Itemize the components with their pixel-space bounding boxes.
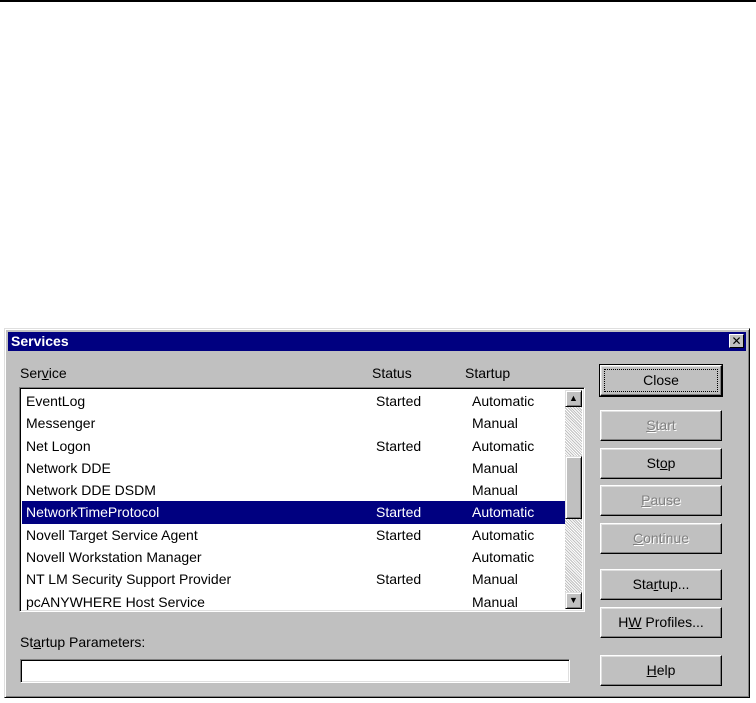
services-rows: EventLog Started Automatic Messenger Manual N… [22, 390, 568, 611]
start-button[interactable]: Start [600, 410, 722, 441]
services-list[interactable]: EventLog Started Automatic Messenger Manual N… [19, 387, 585, 612]
service-startup: Manual [472, 571, 518, 588]
service-name: NT LM Security Support Provider [26, 571, 232, 588]
column-header-status[interactable]: Status [372, 365, 412, 381]
startup-button[interactable]: Startup... [600, 569, 722, 600]
service-name: Network DDE DSDM [26, 482, 156, 499]
arrow-up-icon[interactable]: ▲ [565, 390, 582, 407]
close-icon[interactable]: ✕ [729, 334, 744, 348]
stop-button[interactable]: Stop [600, 448, 722, 479]
service-row[interactable]: EventLog Started Automatic [22, 390, 568, 412]
scrollbar-thumb[interactable] [565, 456, 582, 519]
service-startup: Automatic [472, 504, 535, 521]
pause-button[interactable]: Pause [600, 485, 722, 516]
dialog-title: Services [11, 333, 69, 349]
service-name: NetworkTimeProtocol [26, 504, 160, 521]
service-status: Started [376, 437, 422, 454]
title-bar: Services ✕ [8, 332, 746, 351]
service-row[interactable]: Novell Target Service Agent Started Automa… [22, 524, 568, 546]
service-name: EventLog [26, 393, 86, 409]
close-button[interactable]: Close [599, 364, 723, 397]
service-name: Network DDE [26, 459, 111, 476]
service-row[interactable]: Net Logon Started Automatic [22, 435, 568, 457]
service-row[interactable]: NT LM Security Support Provider Started Ma… [22, 568, 568, 590]
service-startup: Manual [472, 482, 518, 499]
service-row[interactable]: NetworkTimeProtocol Started Automatic [22, 501, 568, 524]
service-startup: Automatic [472, 549, 535, 566]
service-status: Started [376, 571, 422, 588]
service-row[interactable]: pcANYWHERE Host Service Manual [22, 591, 568, 611]
service-startup: Automatic [472, 393, 535, 409]
service-row[interactable]: Network DDE DSDM Manual [22, 479, 568, 501]
service-row[interactable]: Network DDE Manual [22, 457, 568, 479]
arrow-down-icon[interactable]: ▼ [565, 592, 582, 609]
service-name: Novell Workstation Manager [26, 549, 202, 566]
service-startup: Manual [472, 593, 518, 610]
service-startup: Manual [472, 415, 518, 432]
service-startup: Automatic [472, 437, 535, 454]
hw-profiles-button[interactable]: HW Profiles... [600, 607, 722, 638]
list-scrollbar[interactable]: ▲ ▼ [565, 390, 582, 609]
services-dialog: Services ✕ Service Status Startup EventL… [4, 328, 750, 698]
service-row[interactable]: Novell Workstation Manager Automatic [22, 546, 568, 568]
service-startup: Automatic [472, 526, 535, 543]
column-header-startup[interactable]: Startup [465, 365, 510, 381]
service-name: Net Logon [26, 437, 91, 454]
service-startup: Manual [472, 459, 518, 476]
startup-parameters-input[interactable] [20, 659, 570, 683]
service-row[interactable]: Messenger Manual [22, 412, 568, 434]
service-status: Started [376, 393, 422, 409]
continue-button[interactable]: Continue [600, 523, 722, 554]
service-name: Messenger [26, 415, 96, 432]
top-border-line [0, 0, 756, 2]
help-button[interactable]: Help [600, 655, 722, 686]
startup-parameters-label: Startup Parameters: [20, 634, 146, 650]
service-name: pcANYWHERE Host Service [26, 593, 205, 610]
service-status: Started [376, 504, 422, 521]
focus-rect [604, 369, 718, 392]
service-name: Novell Target Service Agent [26, 526, 198, 543]
service-status: Started [376, 526, 422, 543]
column-header-service[interactable]: Service [20, 365, 67, 381]
